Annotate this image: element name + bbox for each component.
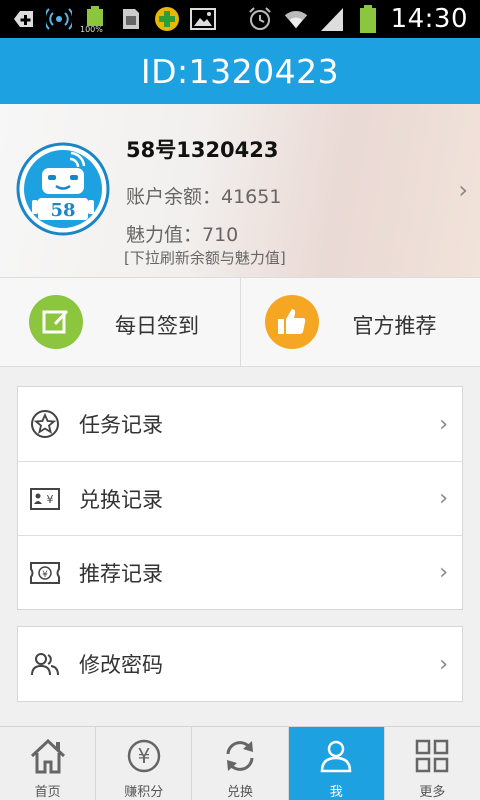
quick-actions: 每日签到 官方推荐 [0, 277, 480, 367]
bottom-tab-bar: 首页 ¥ 赚积分 兑换 我 更多 [0, 726, 480, 800]
tab-home-label: 首页 [34, 785, 61, 800]
wifi-signal-icon [46, 6, 72, 32]
chevron-right-icon: › [458, 176, 468, 204]
app-header: ID:1320423 [0, 38, 480, 104]
recommend-records-label: 推荐记录 [79, 561, 163, 586]
refresh-icon [220, 736, 260, 775]
tab-earn-points[interactable]: ¥ 赚积分 [95, 727, 191, 800]
yuan-card-icon: ¥ [30, 484, 60, 514]
tab-exchange[interactable]: 兑换 [191, 727, 287, 800]
thumbs-up-icon [264, 295, 319, 349]
battery-percent-label: 100% [80, 25, 103, 34]
recommend-records-item[interactable]: ¥ 推荐记录 › [18, 535, 462, 609]
wifi-icon [283, 6, 309, 32]
tab-exchange-label: 兑换 [227, 785, 254, 800]
svg-text:58: 58 [50, 200, 75, 221]
image-icon [190, 6, 216, 32]
official-recommend-label: 官方推荐 [352, 314, 437, 338]
users-icon [30, 649, 60, 679]
chevron-right-icon: › [439, 411, 448, 437]
task-records-label: 任务记录 [79, 413, 163, 437]
grid-icon [412, 736, 452, 775]
page-title: ID:1320423 [140, 51, 340, 91]
svg-text:¥: ¥ [47, 493, 54, 506]
yuan-ticket-icon: ¥ [30, 558, 60, 588]
yuan-coin-icon: ¥ [124, 736, 164, 775]
tab-more[interactable]: 更多 [383, 727, 480, 800]
person-icon [316, 736, 356, 775]
game-icon [154, 6, 180, 32]
avatar: 58 [16, 142, 110, 236]
svg-text:¥: ¥ [42, 570, 48, 580]
chevron-right-icon: › [439, 651, 448, 677]
status-bar: 100% 14:30 [0, 0, 480, 38]
tab-earn-points-label: 赚积分 [124, 785, 164, 800]
chevron-right-icon: › [439, 486, 448, 511]
tab-me-label: 我 [329, 785, 343, 800]
charm-value: 魅力值：710 [126, 224, 239, 246]
signal-bars-icon [319, 6, 345, 32]
account-balance: 账户余额：41651 [126, 186, 282, 208]
home-icon [28, 736, 68, 775]
account-menu: 修改密码 › [17, 626, 463, 702]
daily-checkin-label: 每日签到 [115, 314, 199, 338]
clock-time: 14:30 [390, 4, 468, 34]
pull-refresh-hint: [下拉刷新余额与魅力值] [124, 249, 286, 267]
exchange-records-item[interactable]: ¥ 兑换记录 › [18, 461, 462, 535]
sim-card-icon [118, 6, 144, 32]
tab-more-label: 更多 [419, 785, 446, 800]
chevron-right-icon: › [439, 560, 448, 585]
add-icon [10, 6, 36, 32]
profile-name: 58号1320423 [126, 138, 279, 162]
battery-icon [355, 5, 381, 33]
tab-me[interactable]: 我 [287, 727, 384, 800]
alarm-icon [247, 6, 273, 32]
tab-home[interactable]: 首页 [0, 727, 95, 800]
star-circle-icon [30, 409, 60, 439]
change-password-label: 修改密码 [79, 653, 163, 677]
exchange-records-label: 兑换记录 [79, 487, 163, 512]
battery-full-icon: 100% [80, 6, 108, 34]
svg-text:¥: ¥ [137, 744, 150, 768]
official-recommend-button[interactable]: 官方推荐 [239, 278, 480, 366]
profile-card[interactable]: 58 58号1320423 账户余额：41651 魅力值：710 [下拉刷新余额… [0, 104, 480, 277]
task-records-item[interactable]: 任务记录 › [18, 387, 462, 461]
daily-checkin-button[interactable]: 每日签到 [0, 278, 240, 366]
records-menu: 任务记录 › ¥ 兑换记录 › ¥ 推荐记录 › [17, 386, 463, 610]
change-password-item[interactable]: 修改密码 › [18, 627, 462, 701]
checkin-edit-icon [29, 295, 83, 349]
